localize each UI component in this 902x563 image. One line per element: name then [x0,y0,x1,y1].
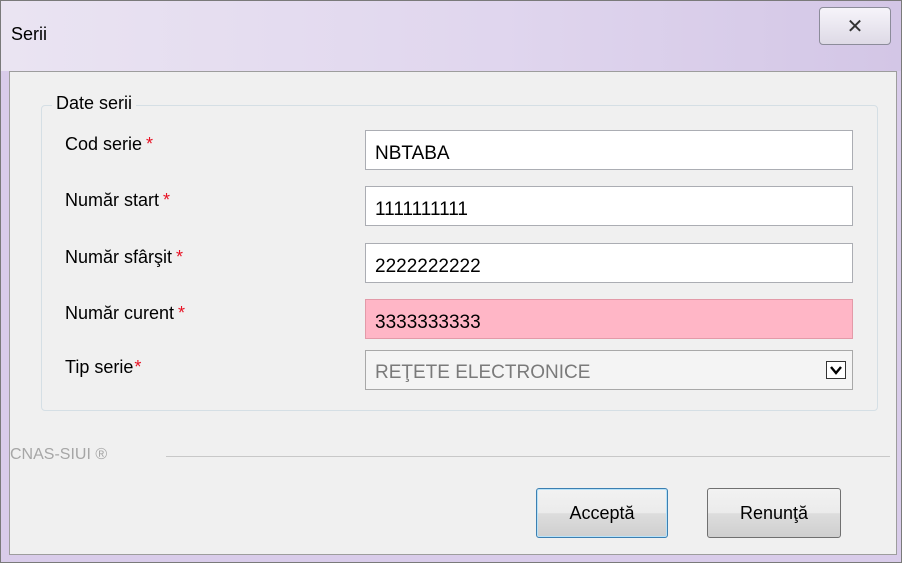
tip-serie-select[interactable]: REŢETE ELECTRONICE [365,350,853,390]
close-button[interactable]: ✕ [819,7,891,45]
group-title: Date serii [52,93,137,114]
label-numar-curent: Număr curent * [65,303,186,323]
title-bar[interactable]: Serii ✕ [1,1,901,71]
numar-start-input[interactable]: 1111111111 [365,186,853,226]
label-numar-sfarsit: Număr sfârşit * [65,247,184,267]
required-mark: * [134,357,142,377]
label-numar-start: Număr start * [65,190,171,210]
accept-button[interactable]: Acceptă [536,488,668,538]
cancel-button[interactable]: Renunţă [707,488,841,538]
required-mark: * [176,247,184,267]
cod-serie-input[interactable]: NBTABA [365,130,853,170]
label-cod-serie: Cod serie * [65,134,154,154]
window-title: Serii [11,24,48,44]
tip-serie-selected-value: REŢETE ELECTRONICE [375,362,591,383]
close-icon: ✕ [846,15,864,38]
dialog-body: Date serii Cod serie * NBTABA Număr start… [9,71,897,555]
chevron-down-icon-glyph [830,366,842,375]
numar-sfarsit-input[interactable]: 2222222222 [365,243,853,283]
label-tip-serie: Tip serie* [65,357,142,377]
chevron-down-icon[interactable] [826,361,846,379]
required-mark: * [163,190,171,210]
required-mark: * [178,303,186,323]
dialog-window: Serii ✕ Date serii Cod serie * NBTABA Num… [0,0,902,563]
required-mark: * [146,134,154,154]
footer-brand: CNAS-SIUI ® [10,446,108,463]
footer-separator [166,456,890,457]
numar-curent-input[interactable]: 3333333333 [365,299,853,339]
